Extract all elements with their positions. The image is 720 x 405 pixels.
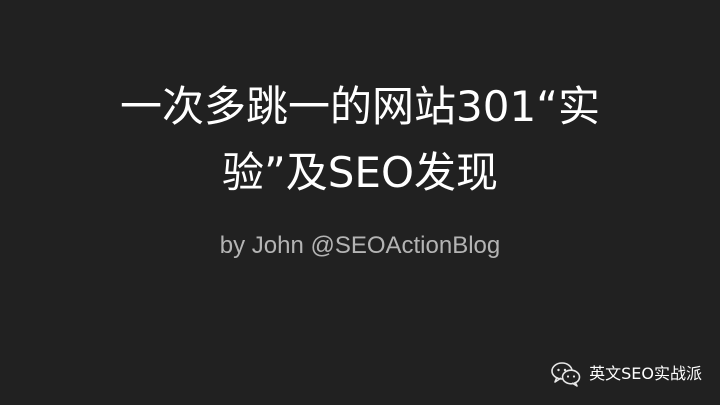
wechat-watermark: 英文SEO实战派 bbox=[551, 361, 702, 387]
slide: 一次多跳一的网站301“实 验”及SEO发现 by John @SEOActio… bbox=[0, 0, 720, 405]
title-line-2: 验”及SEO发现 bbox=[221, 148, 498, 197]
wechat-icon bbox=[551, 361, 581, 387]
slide-title: 一次多跳一的网站301“实 验”及SEO发现 bbox=[40, 74, 680, 206]
slide-subtitle: by John @SEOActionBlog bbox=[219, 232, 501, 259]
watermark-label: 英文SEO实战派 bbox=[589, 364, 702, 383]
title-line-1: 一次多跳一的网站301“实 bbox=[120, 82, 600, 131]
